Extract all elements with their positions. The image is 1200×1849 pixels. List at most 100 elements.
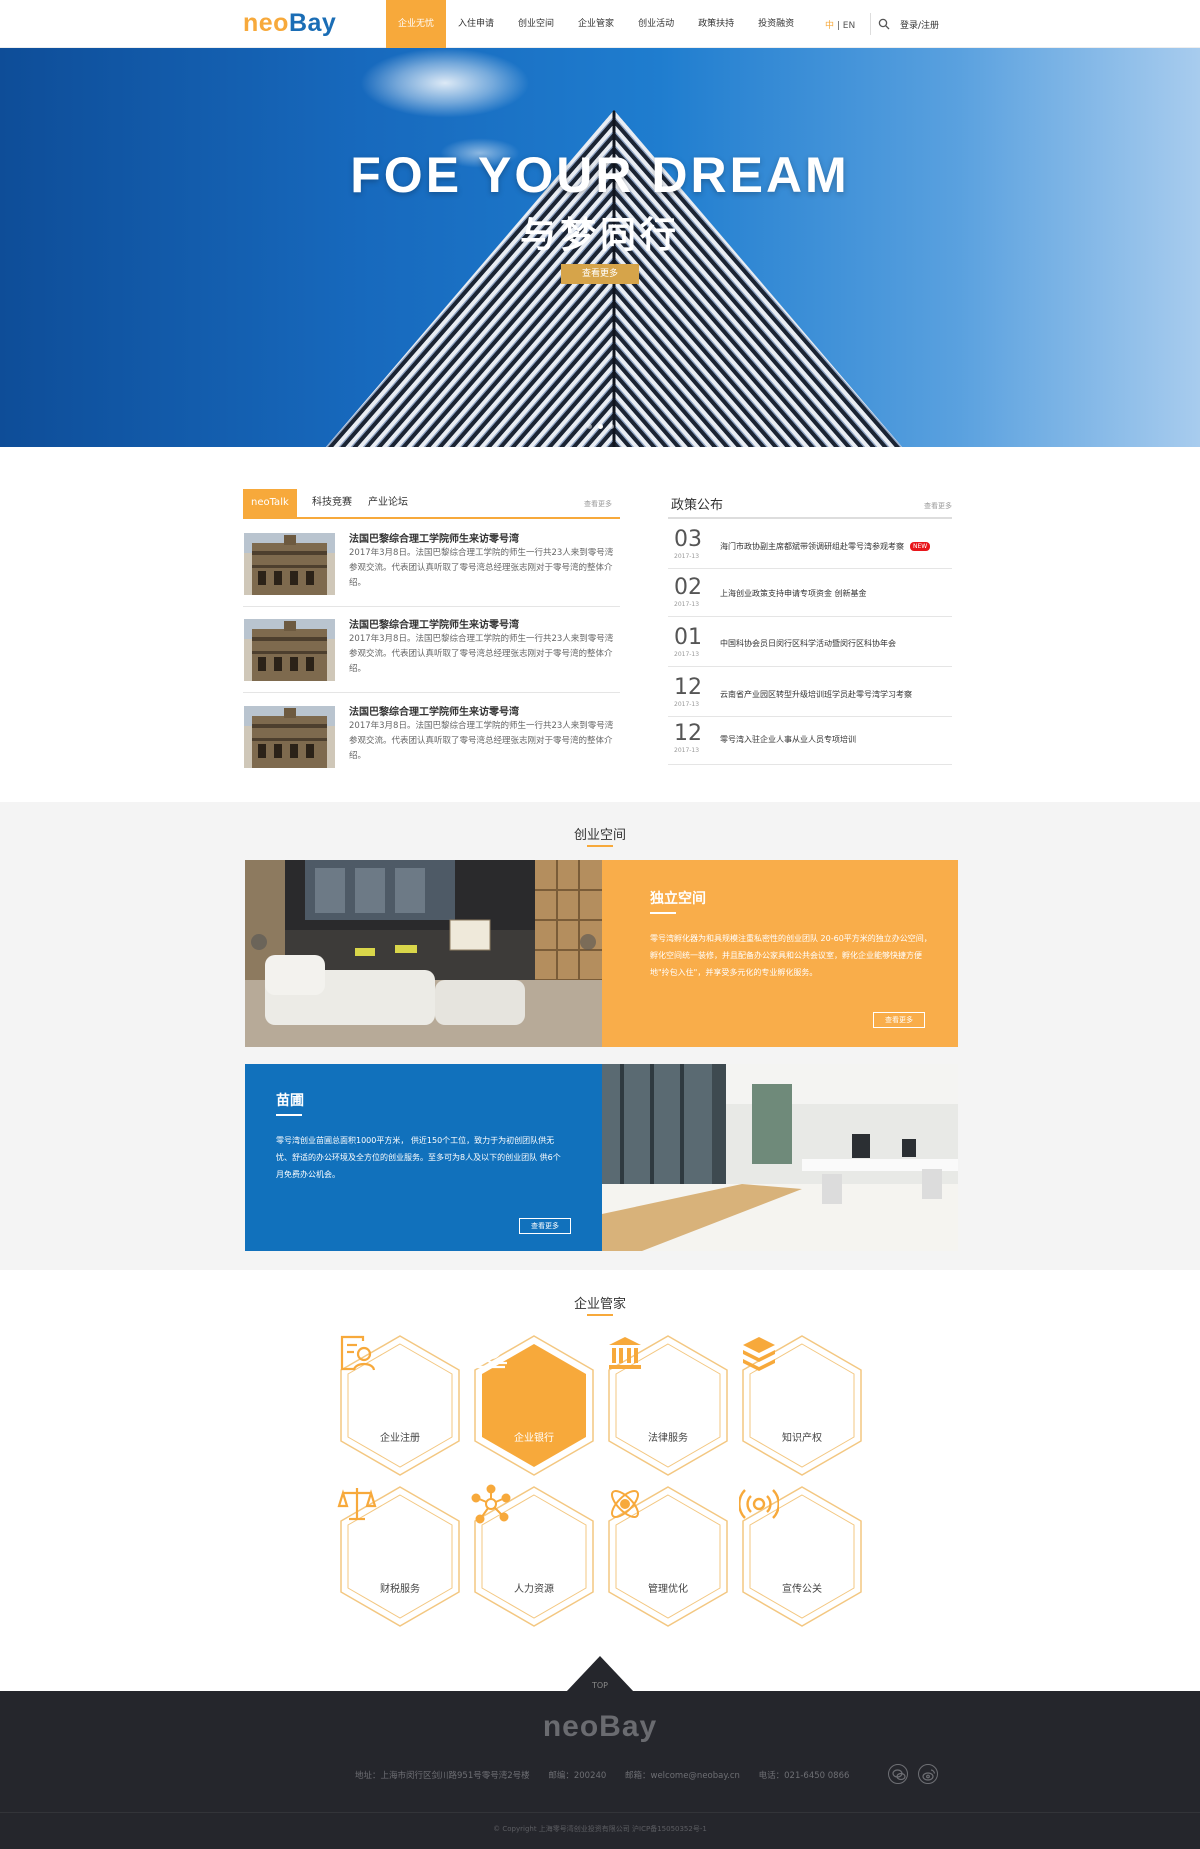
service-hr[interactable]: 人力资源 — [471, 1484, 597, 1629]
footer-email[interactable]: 邮箱：welcome@neobay.cn — [625, 1771, 740, 1781]
back-to-top-label[interactable]: TOP — [575, 1681, 625, 1690]
policy-item[interactable]: 02 2017-13 上海创业政策支持申请专项资金 创新基金 — [668, 569, 952, 617]
news-title[interactable]: 法国巴黎综合理工学院师生来访零号湾 — [349, 530, 519, 545]
news-title[interactable]: 法国巴黎综合理工学院师生来访零号湾 — [349, 703, 519, 718]
independent-space-card: 独立空间 零号湾孵化器为和具规模注重私密性的创业团队 20-60平方米的独立办公… — [602, 860, 958, 1047]
independent-more-button[interactable]: 查看更多 — [873, 1012, 925, 1028]
policy-text[interactable]: 海门市政协副主席都斌带领调研组赴零号湾参观考察 NEW — [720, 541, 931, 552]
search-icon[interactable] — [878, 18, 890, 30]
news-description: 2017年3月8日。法国巴黎综合理工学院的师生一行共23人来到零号湾参观交流。代… — [349, 721, 614, 761]
main-nav: 企业无忧 入住申请 创业空间 企业管家 创业活动 政策扶持 投资融资 — [386, 0, 806, 48]
policy-date: 2017-13 — [674, 747, 700, 754]
news-thumbnail — [244, 706, 335, 768]
banner-more-button[interactable]: 查看更多 — [561, 264, 639, 284]
new-badge: NEW — [910, 542, 931, 551]
service-management[interactable]: 管理优化 — [605, 1484, 731, 1629]
news-item[interactable]: 法国巴黎综合理工学院师生来访零号湾 2017年3月8日。法国巴黎综合理工学院的师… — [243, 527, 620, 607]
service-tax[interactable]: 财税服务 — [337, 1484, 463, 1629]
nav-item-space[interactable]: 创业空间 — [506, 0, 566, 48]
carousel-dots — [587, 424, 614, 429]
carousel-dot-active[interactable] — [598, 424, 603, 429]
independent-space-heading: 独立空间 — [650, 891, 706, 907]
news-thumbnail — [244, 533, 335, 595]
footer-logo: neoBay — [542, 1710, 658, 1743]
lang-zh[interactable]: 中 — [825, 21, 834, 31]
lang-en[interactable]: EN — [843, 21, 855, 31]
news-description: 2017年3月8日。法国巴黎综合理工学院的师生一行共23人来到零号湾参观交流。代… — [349, 634, 614, 674]
service-label: 宣传公关 — [782, 1584, 822, 1595]
policy-date: 2017-13 — [674, 701, 700, 708]
policy-date: 2017-13 — [674, 651, 700, 658]
language-switch[interactable]: 中 | EN — [825, 18, 855, 31]
tab-tech-contest[interactable]: 科技竞赛 — [312, 489, 352, 517]
carousel-dot[interactable] — [609, 424, 614, 429]
nav-item-enterprise[interactable]: 企业无忧 — [386, 0, 447, 48]
lounge-photo — [245, 860, 602, 1047]
policy-item[interactable]: 12 2017-13 云南省产业园区转型升级培训班学员赴零号湾学习考察 — [668, 667, 952, 717]
footer-contact-info: 地址：上海市闵行区剑川路951号零号湾2号楼 邮编：200240 邮箱：welc… — [355, 1769, 865, 1781]
service-label: 管理优化 — [648, 1584, 688, 1595]
title-underline — [587, 845, 613, 847]
policy-item[interactable]: 03 2017-13 海门市政协副主席都斌带领调研组赴零号湾参观考察 NEW — [668, 523, 952, 569]
policy-more-link[interactable]: 查看更多 — [924, 501, 952, 511]
policy-text[interactable]: 云南省产业园区转型升级培训班学员赴零号湾学习考察 — [720, 689, 912, 700]
nav-item-events[interactable]: 创业活动 — [626, 0, 686, 48]
butler-section-title: 企业管家 — [573, 1297, 626, 1312]
wechat-icon[interactable] — [888, 1764, 908, 1784]
nav-item-butler[interactable]: 企业管家 — [566, 0, 626, 48]
policy-text[interactable]: 上海创业政策支持申请专项资金 创新基金 — [720, 588, 867, 599]
service-label: 企业银行 — [514, 1433, 554, 1444]
banner-subtitle: 与梦同行 — [519, 215, 680, 256]
policy-item[interactable]: 01 2017-13 中国科协会员日闵行区科学活动暨闵行区科协年会 — [668, 617, 952, 667]
independent-space-text: 零号湾孵化器为和具规模注重私密性的创业团队 20-60平方米的独立办公空间，孵化… — [650, 934, 932, 977]
footer-address: 地址：上海市闵行区剑川路951号零号湾2号楼 — [355, 1771, 530, 1781]
tab-industry-forum[interactable]: 产业论坛 — [368, 489, 408, 517]
policy-text[interactable]: 中国科协会员日闵行区科学活动暨闵行区科协年会 — [720, 638, 896, 649]
nav-item-apply[interactable]: 入住申请 — [446, 0, 506, 48]
service-label: 人力资源 — [514, 1584, 554, 1595]
courthouse-icon — [609, 1337, 641, 1369]
service-legal[interactable]: 法律服务 — [605, 1333, 731, 1478]
title-underline — [587, 1314, 613, 1316]
stack-icon — [743, 1337, 775, 1371]
site-logo[interactable]: neoBay — [243, 9, 336, 38]
login-register-link[interactable]: 登录/注册 — [900, 18, 939, 31]
service-label: 法律服务 — [648, 1433, 688, 1444]
nursery-text: 零号湾创业苗圃总面积1000平方米， 供近150个工位，致力于为初创团队供无忧、… — [276, 1136, 561, 1179]
footer-postcode: 邮编：200240 — [548, 1771, 607, 1781]
service-pr[interactable]: 宣传公关 — [739, 1484, 865, 1629]
bank-icon — [475, 1336, 507, 1369]
policy-date: 2017-13 — [674, 553, 700, 560]
policy-item[interactable]: 12 2017-13 零号湾入驻企业人事从业人员专项培训 — [668, 717, 952, 765]
service-label: 企业注册 — [380, 1433, 420, 1444]
policy-text[interactable]: 零号湾入驻企业人事从业人员专项培训 — [720, 734, 856, 745]
heading-bar — [276, 1114, 302, 1116]
news-item[interactable]: 法国巴黎综合理工学院师生来访零号湾 2017年3月8日。法国巴黎综合理工学院的师… — [243, 613, 620, 693]
news-item[interactable]: 法国巴黎综合理工学院师生来访零号湾 2017年3月8日。法国巴黎综合理工学院的师… — [243, 700, 620, 780]
news-description: 2017年3月8日。法国巴黎综合理工学院的师生一行共23人来到零号湾参观交流。代… — [349, 548, 614, 588]
nursery-heading: 苗圃 — [276, 1093, 304, 1109]
top-header: neoBay 企业无忧 入住申请 创业空间 企业管家 创业活动 政策扶持 投资融… — [0, 0, 1200, 48]
scales-icon — [337, 1488, 377, 1521]
carousel-dot[interactable] — [587, 424, 592, 429]
nav-item-policy[interactable]: 政策扶持 — [686, 0, 746, 48]
news-tabs: neoTalk 科技竞赛 产业论坛 查看更多 — [243, 489, 620, 519]
cloud-decoration — [360, 48, 530, 118]
nursery-card: 苗圃 零号湾创业苗圃总面积1000平方米， 供近150个工位，致力于为初创团队供… — [245, 1064, 602, 1251]
banner-title: FOE YOUR DREAM — [350, 147, 850, 203]
footer-divider — [0, 1812, 1200, 1813]
header-divider — [870, 13, 871, 35]
news-more-link[interactable]: 查看更多 — [584, 499, 612, 509]
service-bank[interactable]: 企业银行 — [471, 1333, 597, 1478]
office-photo — [602, 1064, 958, 1251]
news-title[interactable]: 法国巴黎综合理工学院师生来访零号湾 — [349, 616, 519, 631]
service-ip[interactable]: 知识产权 — [739, 1333, 865, 1478]
nav-item-investment[interactable]: 投资融资 — [746, 0, 806, 48]
service-label: 知识产权 — [782, 1433, 822, 1444]
weibo-icon[interactable] — [918, 1764, 938, 1784]
news-thumbnail — [244, 619, 335, 681]
nursery-more-button[interactable]: 查看更多 — [519, 1218, 571, 1234]
tab-neotalk[interactable]: neoTalk — [243, 489, 297, 517]
service-registration[interactable]: 企业注册 — [337, 1333, 463, 1478]
service-label: 财税服务 — [380, 1584, 420, 1595]
